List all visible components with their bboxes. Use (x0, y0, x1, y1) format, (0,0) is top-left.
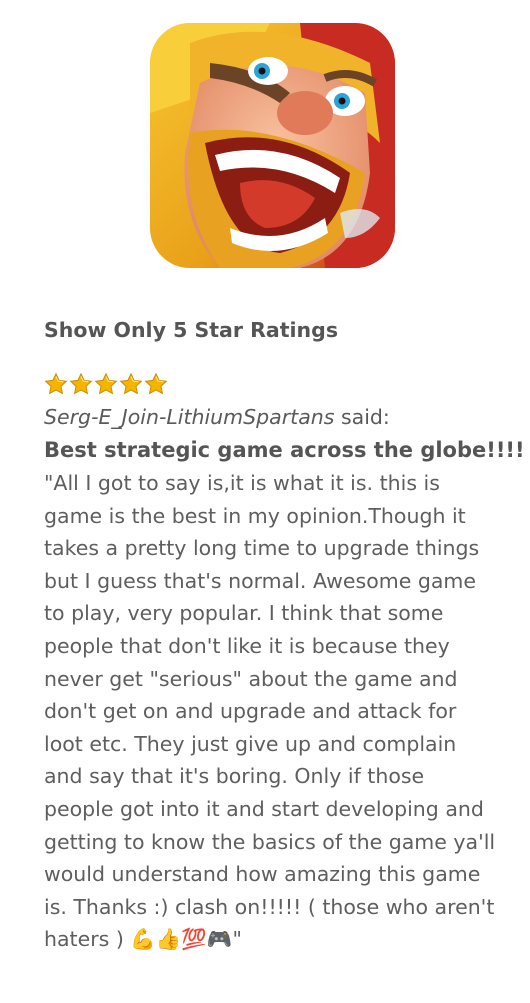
star-rating (44, 372, 514, 396)
review-body-line: would understand how amazing this game (44, 862, 481, 887)
star-icon (44, 372, 68, 396)
review-body-line: people got into it and start developing … (44, 796, 484, 821)
review-body-line: getting to know the basics of the game y… (44, 829, 496, 854)
star-icon (144, 372, 168, 396)
app-icon (150, 23, 395, 268)
review-body-line: don't get on and upgrade and attack for (44, 699, 457, 724)
said-label: said: (334, 405, 390, 429)
review-body-line: is. Thanks :) clash on!!!!! ( those who … (44, 894, 495, 919)
review-body-line: loot etc. They just give up and complain (44, 731, 457, 756)
review-body-line: but I guess that's normal. Awesome game (44, 568, 476, 593)
review-body-line: to play, very popular. I think that some (44, 601, 444, 626)
review-author-line: Serg-E_Join-LithiumSpartans said: (44, 401, 514, 434)
review-body: "All I got to say is,it is what it is. t… (44, 467, 514, 956)
review-body-line: game is the best in my opinion.Though it (44, 503, 466, 528)
review-card: Serg-E_Join-LithiumSpartans said: Best s… (44, 372, 525, 956)
review-body-line: people that don't like it is because the… (44, 633, 450, 658)
review-body-line: and say that it's boring. Only if those (44, 764, 425, 789)
review-body-line: "All I got to say is,it is what it is. t… (44, 471, 440, 495)
barbarian-icon (150, 23, 395, 268)
star-icon (119, 372, 143, 396)
review-author: Serg-E_Join-LithiumSpartans (44, 405, 335, 429)
review-title: Best strategic game across the globe!!!! (44, 438, 525, 462)
star-icon (69, 372, 93, 396)
show-five-star-ratings-link[interactable]: Show Only 5 Star Ratings (44, 318, 338, 342)
review-body-line: haters ) 💪👍💯🎮" (44, 927, 242, 952)
review-body-line: never get "serious" about the game and (44, 666, 458, 691)
review-body-line: takes a pretty long time to upgrade thin… (44, 536, 480, 561)
star-icon (94, 372, 118, 396)
